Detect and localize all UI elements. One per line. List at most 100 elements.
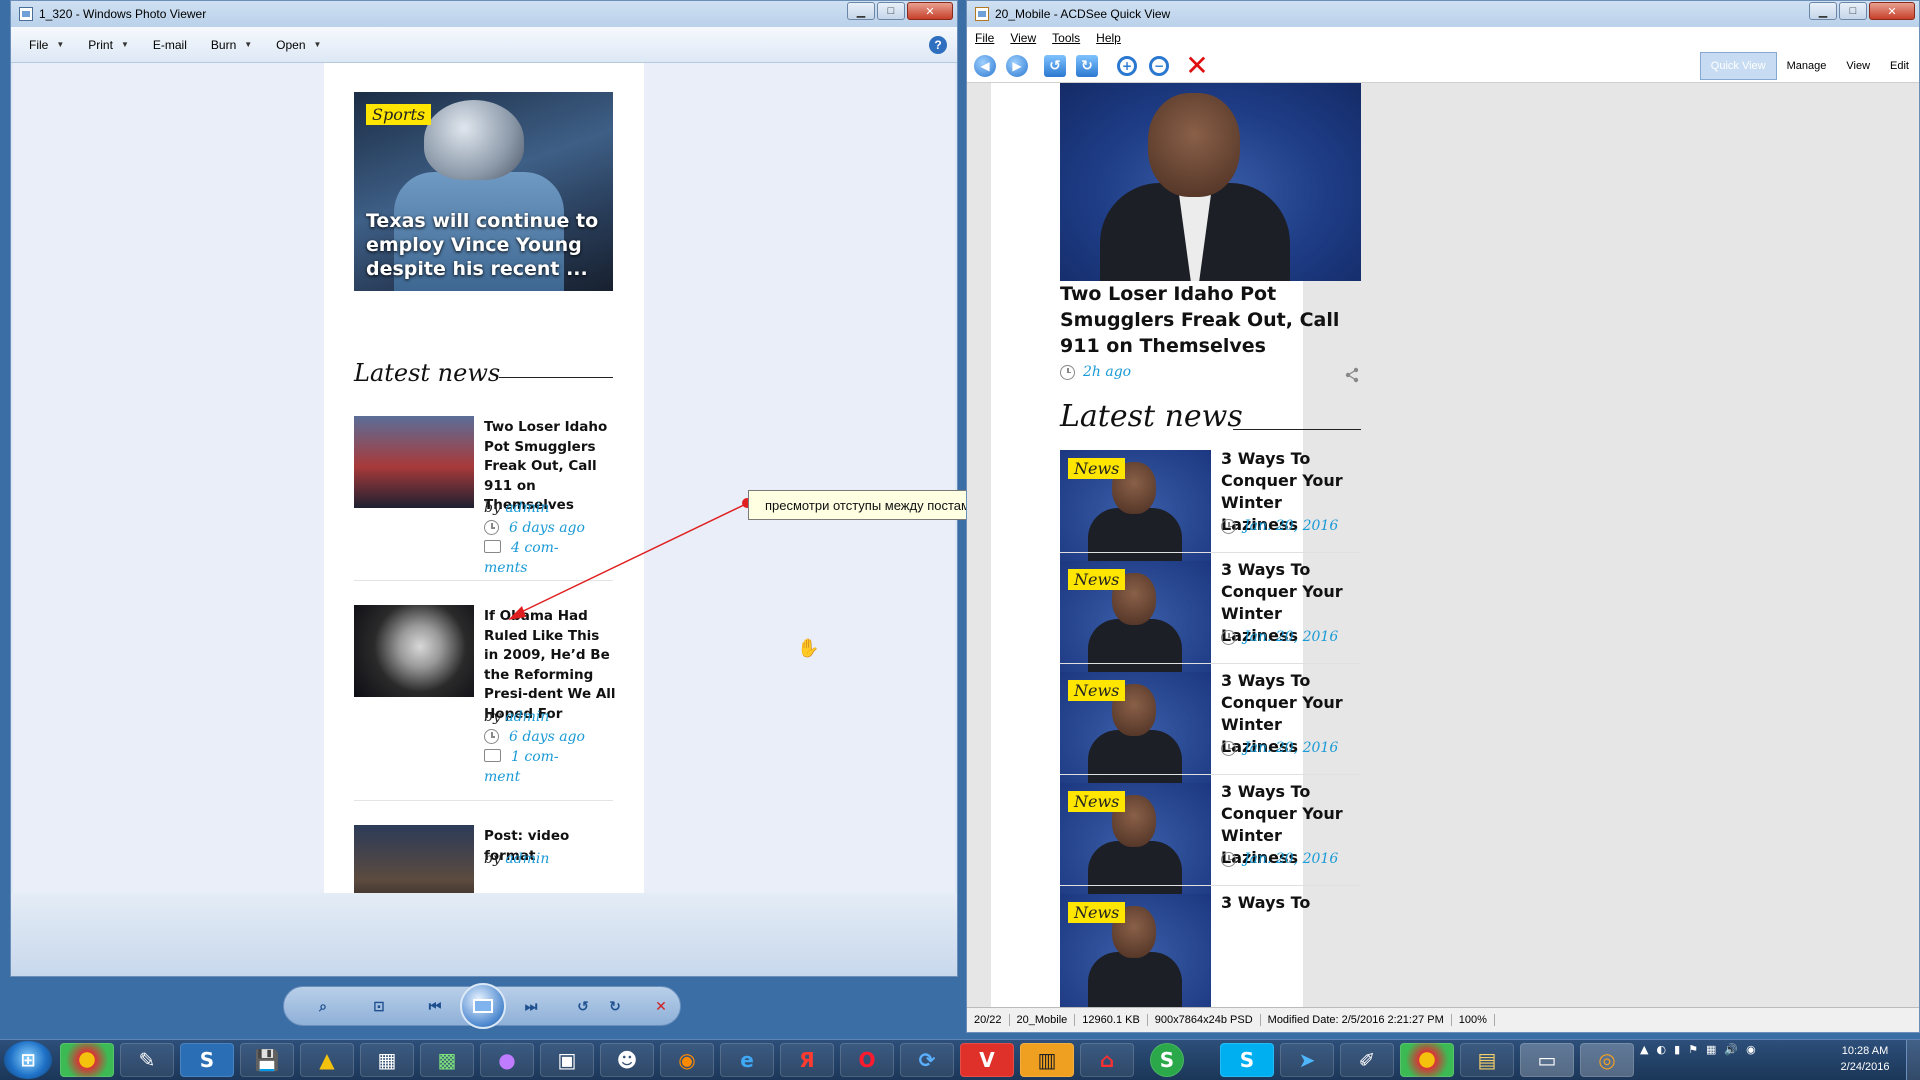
help-icon[interactable]: ? — [929, 36, 947, 54]
acdsee-canvas[interactable]: Two Loser Idaho Pot Smugglers Freak Out,… — [967, 83, 1919, 1007]
show-desktop-button[interactable] — [1906, 1040, 1920, 1080]
photo-viewer-menubar: File ▼ Print ▼ E-mail Burn ▼ Open ▼ ? — [11, 27, 957, 63]
featured-image[interactable] — [1060, 83, 1361, 281]
mask-icon[interactable]: ☻ — [600, 1043, 654, 1077]
minimize-button[interactable]: ▁ — [1809, 2, 1837, 20]
mode-view[interactable]: View — [1836, 52, 1880, 80]
opera-icon[interactable]: O — [840, 1043, 894, 1077]
tray-flag-icon[interactable]: ⚑ — [1688, 1043, 1698, 1056]
mode-manage[interactable]: Manage — [1777, 52, 1837, 80]
yandex-icon[interactable]: Я — [780, 1043, 834, 1077]
slideshow-button[interactable] — [460, 983, 506, 1029]
menu-email[interactable]: E-mail — [153, 38, 187, 52]
skype-icon[interactable]: S — [1220, 1043, 1274, 1077]
menu-open[interactable]: Open ▼ — [276, 38, 321, 52]
post-thumbnail — [354, 416, 474, 508]
folder-s-icon[interactable]: ▣ — [540, 1043, 594, 1077]
tray-expand-icon[interactable]: ▲ — [1640, 1043, 1648, 1056]
menu-file[interactable]: File ▼ — [29, 38, 64, 52]
menu-file[interactable]: File — [975, 31, 994, 45]
chevron-down-icon: ▼ — [56, 40, 65, 49]
author-link[interactable]: admin — [505, 709, 549, 725]
author-link[interactable]: admin — [505, 500, 549, 516]
anydesk-icon[interactable]: ⌂ — [1080, 1043, 1134, 1077]
list-item[interactable]: If Obama Had Ruled Like This in 2009, He… — [354, 605, 616, 785]
circle-app-icon[interactable]: ● — [480, 1043, 534, 1077]
menu-help[interactable]: Help — [1096, 31, 1121, 45]
photo-viewer-app-icon — [19, 7, 33, 21]
list-item[interactable]: News 3 Ways To — [1060, 893, 1360, 1007]
author-link[interactable]: admin — [505, 851, 549, 867]
explorer-icon[interactable]: ▤ — [1460, 1043, 1514, 1077]
list-item[interactable]: News 3 Ways To Conquer Your Winter Lazin… — [1060, 449, 1360, 565]
minimize-button[interactable]: ▁ — [847, 2, 875, 20]
mode-edit[interactable]: Edit — [1880, 52, 1919, 80]
calculator-icon[interactable]: ▦ — [360, 1043, 414, 1077]
previous-icon[interactable]: ⏮ — [422, 996, 448, 1018]
photo-viewer-task-icon[interactable]: ▭ — [1520, 1043, 1574, 1077]
telegram-icon[interactable]: ➤ — [1280, 1043, 1334, 1077]
menu-print[interactable]: Print ▼ — [88, 38, 129, 52]
bars-app-icon[interactable]: ▥ — [1020, 1043, 1074, 1077]
menu-burn[interactable]: Burn ▼ — [211, 38, 252, 52]
zoom-out-icon[interactable]: − — [1147, 54, 1171, 78]
list-item[interactable]: News 3 Ways To Conquer Your Winter Lazin… — [1060, 671, 1360, 787]
delete-icon[interactable]: ✕ — [648, 996, 674, 1018]
clock-date: 2/24/2016 — [1840, 1061, 1890, 1073]
tray-volume-icon[interactable]: 🔊 — [1724, 1043, 1738, 1056]
zoom-icon[interactable]: ⌕ — [310, 996, 336, 1018]
post-thumbnail: News — [1060, 783, 1211, 898]
actual-size-icon[interactable]: ⊡ — [366, 996, 392, 1018]
zoom-in-icon[interactable]: + — [1115, 54, 1139, 78]
menu-tools[interactable]: Tools — [1052, 31, 1080, 45]
list-item[interactable]: Two Loser Idaho Pot Smugglers Freak Out,… — [354, 416, 613, 576]
start-button[interactable]: ⊞ — [4, 1041, 52, 1079]
rotate-right-icon[interactable]: ↻ — [1075, 54, 1099, 78]
tray-power-icon[interactable]: ◉ — [1746, 1043, 1756, 1056]
close-button[interactable]: ✕ — [907, 2, 953, 20]
list-item[interactable]: News 3 Ways To Conquer Your Winter Lazin… — [1060, 560, 1360, 676]
list-item[interactable]: Post: video format by admin — [354, 825, 613, 893]
refresh-app-icon[interactable]: ⟳ — [900, 1043, 954, 1077]
chrome-2-icon[interactable] — [1400, 1043, 1454, 1077]
mode-quick-view[interactable]: Quick View — [1699, 52, 1777, 80]
internet-explorer-icon[interactable]: e — [720, 1043, 774, 1077]
acdsee-task-icon[interactable]: ◎ — [1580, 1043, 1634, 1077]
photo-viewer-titlebar[interactable]: 1_320 - Windows Photo Viewer ▁ □ ✕ — [11, 1, 957, 27]
share-icon[interactable] — [1344, 367, 1360, 383]
comments-link[interactable]: 4 com- — [511, 538, 559, 558]
app-green-s-icon[interactable]: S — [1150, 1043, 1184, 1077]
chrome-icon[interactable] — [60, 1043, 114, 1077]
vivaldi-icon[interactable]: V — [960, 1043, 1014, 1077]
next-icon[interactable]: ⏭ — [518, 996, 544, 1018]
list-item[interactable]: News 3 Ways To Conquer Your Winter Lazin… — [1060, 782, 1360, 898]
photo-viewer-canvas[interactable]: Sports Texas will continue to employ Vin… — [13, 63, 955, 893]
featured-title[interactable]: Two Loser Idaho Pot Smugglers Freak Out,… — [1060, 281, 1340, 359]
acdsee-titlebar[interactable]: 20_Mobile - ACDSee Quick View ▁ □ ✕ — [967, 1, 1919, 27]
close-image-icon[interactable]: ✕ — [1185, 52, 1209, 80]
comments-link[interactable]: 1 com- — [511, 747, 559, 767]
tray-network-2-icon[interactable]: ▦ — [1706, 1043, 1716, 1056]
grid-app-icon[interactable]: ▩ — [420, 1043, 474, 1077]
maximize-button[interactable]: □ — [1839, 2, 1867, 20]
hero-post[interactable]: Sports Texas will continue to employ Vin… — [354, 92, 613, 291]
firefox-icon[interactable]: ◉ — [660, 1043, 714, 1077]
maximize-button[interactable]: □ — [877, 2, 905, 20]
back-icon[interactable]: ◀ — [973, 54, 997, 78]
menu-view[interactable]: View — [1010, 31, 1036, 45]
pen-app-icon[interactable]: ✐ — [1340, 1043, 1394, 1077]
tray-app-icon[interactable]: ◐ — [1656, 1043, 1666, 1056]
tray-network-icon[interactable]: ▮ — [1674, 1043, 1680, 1056]
rotate-left-icon[interactable]: ↺ — [1043, 54, 1067, 78]
app-s-icon[interactable]: S — [180, 1043, 234, 1077]
taskbar-clock[interactable]: 10:28 AM 2/24/2016 — [1838, 1043, 1892, 1075]
triangle-app-icon[interactable]: ▲ — [300, 1043, 354, 1077]
rotate-right-icon[interactable]: ↻ — [602, 996, 628, 1018]
post-separator — [354, 800, 613, 801]
post-time: 6 days ago — [509, 729, 585, 745]
notepad-icon[interactable]: ✎ — [120, 1043, 174, 1077]
close-button[interactable]: ✕ — [1869, 2, 1915, 20]
rotate-left-icon[interactable]: ↺ — [570, 996, 596, 1018]
save-icon[interactable]: 💾 — [240, 1043, 294, 1077]
forward-icon[interactable]: ▶ — [1005, 54, 1029, 78]
